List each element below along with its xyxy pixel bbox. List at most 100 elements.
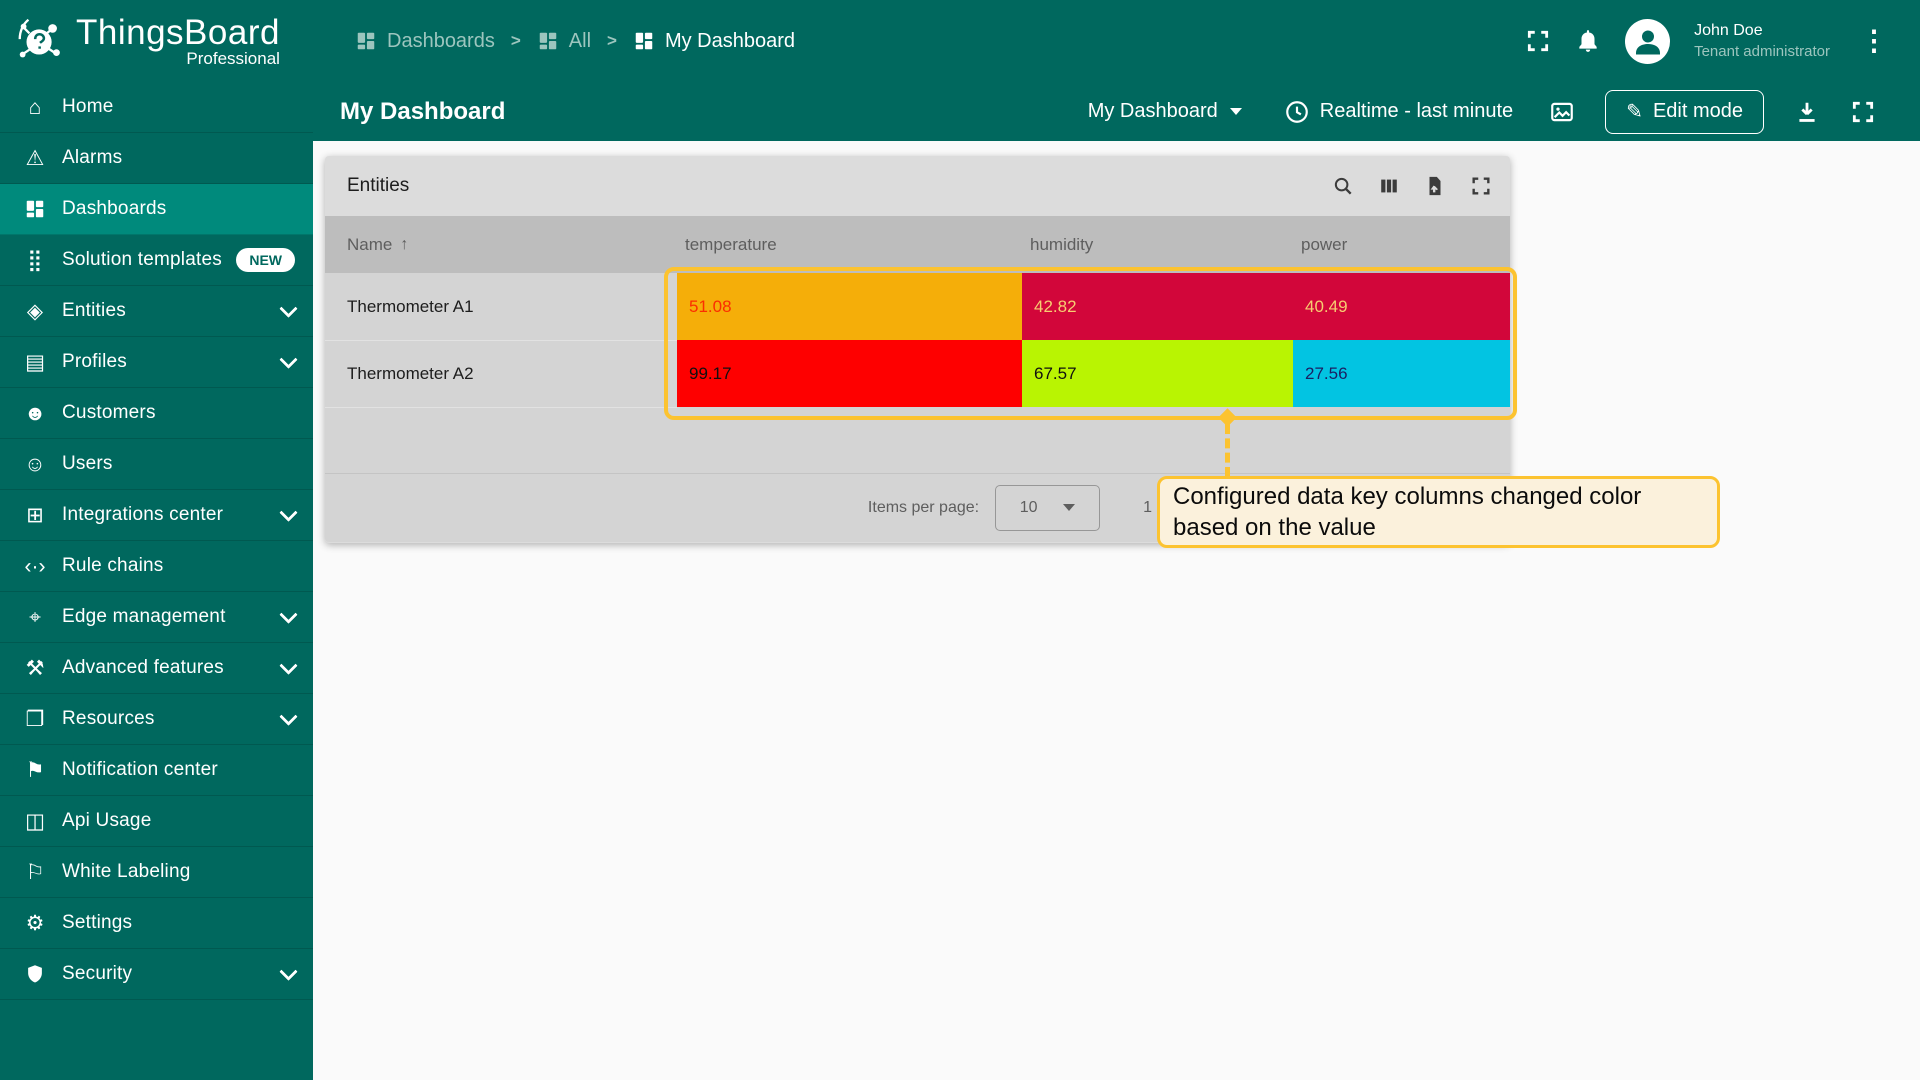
humidity-cell: 42.82 <box>1022 273 1293 340</box>
sidebar-item-alarms[interactable]: ⚠ Alarms <box>0 133 313 184</box>
column-header-name[interactable]: Name ↑ <box>325 235 677 255</box>
chevron-down-icon <box>279 962 297 980</box>
security-icon <box>22 963 48 985</box>
chevron-down-icon <box>279 707 297 725</box>
row-divider <box>325 340 677 341</box>
sidebar-item-notification-center[interactable]: ⚑Notification center <box>0 745 313 796</box>
alarms-icon: ⚠ <box>22 148 48 169</box>
widget-fullscreen-button[interactable] <box>1470 175 1492 197</box>
items-per-page-select[interactable]: 10 <box>995 485 1100 531</box>
items-per-page-label: Items per page: <box>868 499 979 517</box>
sidebar-item-label: Resources <box>62 708 155 730</box>
breadcrumb-label: Dashboards <box>387 30 495 53</box>
columns-icon <box>1378 175 1400 197</box>
page-range-label: 1 <box>1143 499 1152 517</box>
chevron-down-icon <box>279 503 297 521</box>
header-actions: John Doe Tenant administrator ⋮ <box>1525 19 1920 64</box>
widget-search-button[interactable] <box>1332 175 1354 197</box>
table-row[interactable]: Thermometer A299.1767.5727.56 <box>325 340 1510 407</box>
sidebar-item-white-labeling[interactable]: ⚐ White Labeling <box>0 847 313 898</box>
search-icon <box>1332 175 1354 197</box>
breadcrumb-separator: > <box>607 31 617 51</box>
dashboard-select-value: My Dashboard <box>1088 100 1218 123</box>
customers-icon: ☻ <box>22 403 48 424</box>
sidebar-item-dashboards[interactable]: Dashboards <box>0 184 313 235</box>
widget-columns-button[interactable] <box>1378 175 1400 197</box>
temperature-cell: 51.08 <box>677 273 1022 340</box>
image-icon <box>1549 99 1575 125</box>
breadcrumb-label: All <box>569 30 591 53</box>
sidebar-item-edge-management[interactable]: ⌖Edge management <box>0 592 313 643</box>
sidebar-item-entities[interactable]: ◈Entities <box>0 286 313 337</box>
app-logo[interactable]: ThingsBoard Professional <box>0 0 313 82</box>
top-header: ThingsBoard Professional Dashboards > Al… <box>0 0 1920 82</box>
resources-icon: ❐ <box>22 709 48 730</box>
edit-mode-label: Edit mode <box>1653 100 1743 123</box>
breadcrumb-item-my-dashboard[interactable]: My Dashboard <box>633 30 795 53</box>
sidebar-item-settings[interactable]: ⚙Settings <box>0 898 313 949</box>
user-role: Tenant administrator <box>1694 41 1830 62</box>
sidebar-item-solution-templates[interactable]: ⣿Solution templatesNEW <box>0 235 313 286</box>
sidebar-item-home[interactable]: ⌂Home <box>0 82 313 133</box>
sidebar-item-label: Settings <box>62 912 132 934</box>
notification-icon: ⚑ <box>22 760 48 781</box>
dashboard-toolbar: My Dashboard My Dashboard Realtime - las… <box>313 82 1920 141</box>
sidebar-item-rule-chains[interactable]: ‹·›Rule chains <box>0 541 313 592</box>
column-header-power[interactable]: power <box>1293 235 1510 255</box>
sidebar-menu: ⌂Home ⚠ Alarms Dashboards ⣿Solution template… <box>0 82 313 1000</box>
sidebar-item-advanced-features[interactable]: ⚒Advanced features <box>0 643 313 694</box>
chevron-down-icon <box>1063 504 1075 511</box>
more-menu-button[interactable]: ⋮ <box>1854 27 1894 55</box>
sidebar-item-customers[interactable]: ☻Customers <box>0 388 313 439</box>
breadcrumb-item-all[interactable]: All <box>537 30 591 53</box>
api-usage-icon: ◫ <box>22 811 48 832</box>
chevron-down-icon <box>1230 108 1242 115</box>
widget-export-button[interactable] <box>1424 175 1446 197</box>
dashboard-image-button[interactable] <box>1549 99 1575 125</box>
table-header-row: Name ↑ temperature humidity power <box>325 216 1510 273</box>
sidebar-item-label: Home <box>62 96 113 118</box>
widget-header: Entities <box>325 156 1510 216</box>
sidebar-item-label: Alarms <box>62 147 122 169</box>
sidebar-item-integrations-center[interactable]: ⊞ Integrations center <box>0 490 313 541</box>
breadcrumb-separator: > <box>511 31 521 51</box>
fullscreen-button[interactable] <box>1525 28 1551 54</box>
fullscreen-icon <box>1470 175 1492 197</box>
advanced-icon: ⚒ <box>22 658 48 679</box>
breadcrumb-item-dashboards[interactable]: Dashboards <box>355 30 495 53</box>
sidebar-item-label: Edge management <box>62 606 226 628</box>
sidebar-item-security[interactable]: Security <box>0 949 313 1000</box>
profiles-icon: ▤ <box>22 352 48 373</box>
user-menu[interactable]: John Doe Tenant administrator <box>1694 20 1830 62</box>
clock-icon <box>1284 99 1310 125</box>
dashboards-icon <box>22 198 48 220</box>
notifications-button[interactable] <box>1575 28 1601 54</box>
sidebar-item-label: White Labeling <box>62 861 191 883</box>
column-header-humidity[interactable]: humidity <box>1022 235 1293 255</box>
chevron-down-icon <box>279 350 297 368</box>
table-row[interactable]: Thermometer A151.0842.8240.49 <box>325 273 1510 340</box>
sidebar-item-label: Entities <box>62 300 126 322</box>
toolbar-fullscreen-button[interactable] <box>1850 99 1876 125</box>
sidebar-item-label: Dashboards <box>62 198 166 220</box>
sidebar-item-api-usage[interactable]: ◫ Api Usage <box>0 796 313 847</box>
edit-mode-button[interactable]: ✎ Edit mode <box>1605 90 1764 134</box>
sidebar-item-label: Api Usage <box>62 810 151 832</box>
sidebar-item-users[interactable]: ☺Users <box>0 439 313 490</box>
power-cell: 27.56 <box>1293 340 1510 407</box>
sidebar-item-label: Profiles <box>62 351 127 373</box>
table-empty-row <box>325 407 1510 473</box>
sidebar-item-label: Integrations center <box>62 504 223 526</box>
timewindow-button[interactable]: Realtime - last minute <box>1278 98 1519 126</box>
white-labeling-icon: ⚐ <box>22 862 48 883</box>
sidebar-item-resources[interactable]: ❐ Resources <box>0 694 313 745</box>
column-header-temperature[interactable]: temperature <box>677 235 1022 255</box>
dashboard-select[interactable]: My Dashboard <box>1082 99 1248 124</box>
integrations-icon: ⊞ <box>22 505 48 526</box>
avatar[interactable] <box>1625 19 1670 64</box>
bell-icon <box>1575 28 1601 54</box>
sidebar-item-profiles[interactable]: ▤ Profiles <box>0 337 313 388</box>
new-badge: NEW <box>236 248 295 272</box>
export-dashboard-button[interactable] <box>1794 99 1820 125</box>
timewindow-label: Realtime - last minute <box>1320 100 1513 123</box>
